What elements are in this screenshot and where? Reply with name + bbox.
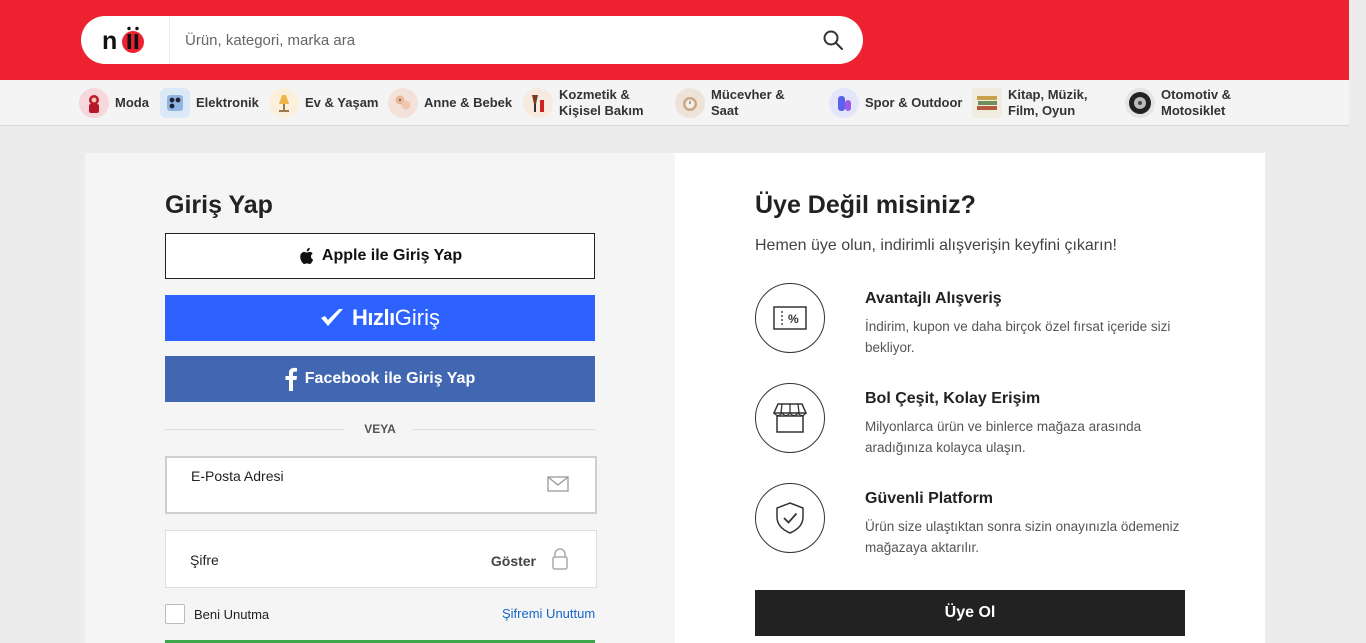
login-panel: Giriş Yap Apple ile Giriş Yap Hızlı Giriş… [85,153,675,643]
apple-icon [298,247,314,265]
feature-description: Milyonlarca ürün ve binlerce mağaza aras… [865,419,1142,455]
show-password-button[interactable]: Göster [491,553,536,569]
email-field[interactable]: E-Posta Adresi [165,456,597,514]
forgot-password-link[interactable]: Şifremi Unuttum [502,606,595,621]
facebook-login-button[interactable]: Facebook ile Giriş Yap [165,356,595,402]
signup-button[interactable]: Üye Ol [755,590,1185,636]
password-field[interactable]: Şifre Göster [165,530,597,588]
category-otomotiv[interactable]: Otomotiv & Motosiklet [1125,80,1231,126]
fashion-icon [79,88,109,118]
sport-icon [829,88,859,118]
password-label: Şifre [190,552,219,568]
coupon-icon: % [755,283,825,353]
category-anne-bebek[interactable]: Anne & Bebek [388,80,512,126]
category-moda[interactable]: Moda [79,80,149,126]
envelope-icon [547,476,569,497]
signup-panel: Üye Değil misiniz? Hemen üye olun, indir… [675,153,1265,643]
baby-icon [388,88,418,118]
category-kitap-muzik[interactable]: Kitap, Müzik, Film, Oyun [972,80,1087,126]
checkmark-icon [320,307,344,329]
facebook-login-label: Facebook ile Giriş Yap [304,370,476,387]
hizli-giris-button[interactable]: Hızlı Giriş [165,295,595,341]
feature-title: Bol Çeşit, Kolay Erişim [865,390,1041,407]
category-kozmetik[interactable]: Kozmetik & Kişisel Bakım [523,80,644,126]
cosmetics-icon [523,88,553,118]
search-divider [169,16,170,64]
login-title: Giriş Yap [165,191,273,219]
category-elektronik[interactable]: Elektronik [160,80,259,126]
divider-line-right [413,429,595,430]
feature-description: Ürün size ulaştıktan sonra sizin onayını… [865,519,1180,555]
feature-item: % Avantajlı Alışveriş İndirim, kupon ve … [755,283,1195,355]
feature-description: İndirim, kupon ve daha birçok özel fırsa… [865,319,1171,355]
feature-title: Güvenli Platform [865,490,994,507]
lock-icon [552,548,568,575]
search-bar-container: n [81,16,863,64]
shield-check-icon [755,483,825,553]
electronics-icon [160,88,190,118]
category-label: Kozmetik & Kişisel Bakım [559,87,644,118]
remember-checkbox[interactable] [165,604,185,624]
feature-title: Avantajlı Alışveriş [865,290,1002,307]
email-label: E-Posta Adresi [191,468,284,484]
category-label: Anne & Bebek [424,95,513,110]
top-header: n [0,0,1349,80]
email-input[interactable] [189,484,529,508]
store-icon [755,383,825,453]
signup-title: Üye Değil misiniz? [755,191,976,219]
category-ev-yasam[interactable]: Ev & Yaşam [269,80,378,126]
signup-subtitle: Hemen üye olun, indirimli alışverişin ke… [755,237,1117,254]
watch-icon [675,88,705,118]
apple-login-button[interactable]: Apple ile Giriş Yap [165,233,595,279]
hizli-label-strong: Hızlı [352,305,395,330]
category-label: Kitap, Müzik, Film, Oyun [1008,87,1088,118]
category-mucevher-saat[interactable]: Mücevher & Saat [675,80,785,126]
category-label: Mücevher & Saat [711,87,785,118]
books-icon [972,88,1002,118]
category-label: Ev & Yaşam [305,95,379,110]
feature-item: Bol Çeşit, Kolay Erişim Milyonlarca ürün… [755,383,1195,455]
search-icon[interactable] [821,28,845,52]
search-input[interactable] [171,16,791,64]
tire-icon [1125,88,1155,118]
facebook-icon [285,367,297,391]
remember-label: Beni Unutma [194,606,270,622]
hizli-label-light: Giriş [394,305,440,330]
or-divider: VEYA [165,420,595,440]
svg-text:n: n [102,27,117,55]
feature-item: Güvenli Platform Ürün size ulaştıktan so… [755,483,1195,555]
home-lamp-icon [269,88,299,118]
category-label: Otomotiv & Motosiklet [1161,87,1232,118]
apple-login-label: Apple ile Giriş Yap [321,247,463,264]
category-label: Elektronik [196,95,259,110]
n11-logo[interactable]: n [81,16,169,64]
category-label: Spor & Outdoor [865,95,963,110]
category-spor-outdoor[interactable]: Spor & Outdoor [829,80,963,126]
category-bar: Moda Elektronik Ev & Yaşam Anne & Bebek … [0,80,1349,126]
remember-me: Beni Unutma [165,604,269,624]
category-label: Moda [115,95,149,110]
svg-text:%: % [788,312,799,326]
